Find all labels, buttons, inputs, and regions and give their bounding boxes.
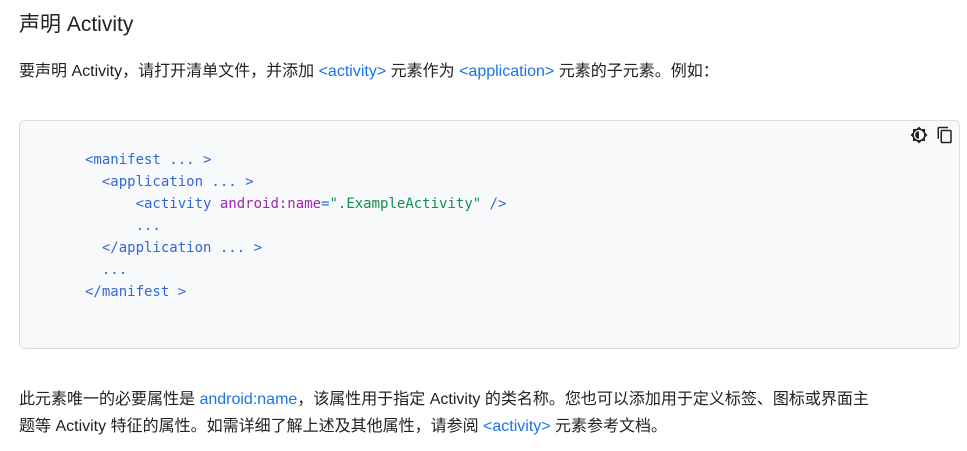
code-block: <manifest ... > <application ... > <acti… <box>19 120 960 349</box>
theme-toggle-icon[interactable] <box>909 124 929 146</box>
outro-text-3: 题等 Activity 特征的属性。如需详细了解上述及其他属性，请参阅 <box>19 418 484 435</box>
code-line-7: </manifest > <box>85 284 187 300</box>
section-heading: 声明 Activity <box>19 13 134 36</box>
copy-icon[interactable] <box>935 124 955 146</box>
intro-text-after: 元素的子元素。例如： <box>554 63 719 80</box>
intro-paragraph: 要声明 Activity，请打开清单文件，并添加 <activity> 元素作为… <box>19 59 719 85</box>
code-line-6: ... <box>101 262 128 278</box>
code-toolbar <box>909 124 955 146</box>
code-line-1: <manifest ... > <box>85 152 212 168</box>
intro-text-before: 要声明 Activity，请打开清单文件，并添加 <box>19 63 319 80</box>
activity-reference-link[interactable]: <activity> <box>483 418 551 435</box>
code-content: <manifest ... > <application ... > <acti… <box>85 149 506 303</box>
intro-text-middle: 元素作为 <box>386 63 460 80</box>
code-line-5: </application ... > <box>101 240 263 256</box>
code-line-3: <activity android:name=".ExampleActivity… <box>135 196 507 212</box>
outro-text-4: 元素参考文档。 <box>550 418 668 435</box>
android-name-link[interactable]: android:name <box>199 391 297 408</box>
application-element-link[interactable]: <application> <box>459 63 554 80</box>
outro-text-1: 此元素唯一的必要属性是 <box>19 391 200 408</box>
code-line-4: ... <box>135 218 161 234</box>
activity-element-link[interactable]: <activity> <box>319 63 387 80</box>
outro-paragraph: 此元素唯一的必要属性是 android:name，该属性用于指定 Activit… <box>19 386 869 440</box>
code-line-2: <application ... > <box>101 174 254 190</box>
outro-text-2: ，该属性用于指定 Activity 的类名称。您也可以添加用于定义标签、图标或界… <box>297 391 869 408</box>
